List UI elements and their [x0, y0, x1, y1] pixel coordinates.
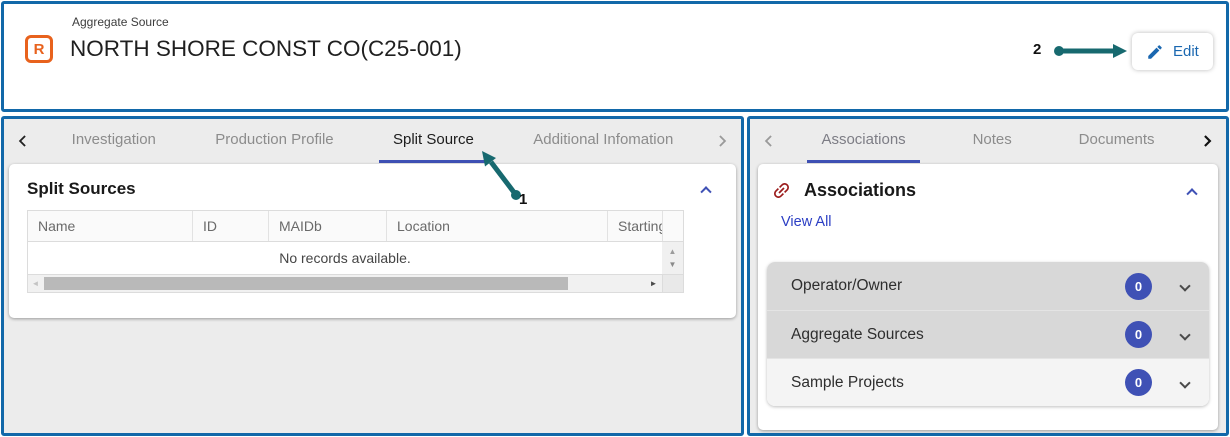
split-sources-header: Split Sources	[9, 164, 736, 210]
split-sources-title: Split Sources	[27, 179, 702, 199]
horizontal-scrollbar-track[interactable]	[43, 275, 645, 292]
collapse-chevron-up-icon[interactable]	[1186, 188, 1197, 199]
tabs-prev-button[interactable]	[4, 119, 42, 163]
chevron-right-icon	[712, 131, 732, 151]
accordion-label: Aggregate Sources	[791, 326, 1125, 344]
tabs-next-button[interactable]	[703, 119, 741, 163]
scroll-right-icon[interactable]: ►	[645, 279, 662, 288]
expand-chevron-down-icon[interactable]	[1179, 377, 1190, 388]
vertical-scrollbar[interactable]: ▲ ▼	[662, 242, 683, 274]
scroll-down-icon[interactable]: ▼	[669, 260, 677, 269]
count-badge: 0	[1125, 273, 1152, 300]
r-badge-letter: R	[34, 41, 45, 58]
associations-header: Associations	[758, 164, 1218, 205]
horizontal-scrollbar[interactable]: ◄ ►	[28, 275, 683, 292]
page: Aggregate Source R NORTH SHORE CONST CO(…	[0, 0, 1230, 437]
split-sources-table: Name ID MAIDb Location Starting No recor…	[27, 210, 684, 293]
tab-associations[interactable]: Associations	[807, 119, 919, 163]
split-sources-card: Split Sources Name ID MAIDb Location Sta…	[9, 164, 736, 318]
expand-chevron-down-icon[interactable]	[1179, 280, 1190, 291]
accordion-label: Sample Projects	[791, 374, 1125, 392]
tabs-prev-button-right[interactable]	[750, 119, 788, 163]
column-header-location[interactable]: Location	[387, 211, 608, 241]
pencil-icon	[1146, 43, 1164, 61]
associations-title: Associations	[804, 180, 1188, 201]
edit-button-label: Edit	[1173, 43, 1199, 60]
tabs-next-button-right[interactable]	[1188, 119, 1226, 163]
tab-split-source[interactable]: Split Source	[379, 119, 488, 163]
count-badge: 0	[1125, 369, 1152, 396]
accordion-row-sample-projects[interactable]: Sample Projects 0	[767, 358, 1209, 406]
tab-production-profile[interactable]: Production Profile	[201, 119, 347, 163]
left-tabs: Investigation Production Profile Split S…	[42, 119, 703, 163]
horizontal-scrollbar-thumb[interactable]	[44, 277, 568, 290]
right-tabs: Associations Notes Documents	[788, 119, 1188, 163]
table-body: No records available. ▲ ▼	[28, 242, 683, 275]
expand-chevron-down-icon[interactable]	[1179, 329, 1190, 340]
left-tabstrip: Investigation Production Profile Split S…	[4, 119, 741, 163]
chevron-left-icon	[759, 131, 779, 151]
page-title: NORTH SHORE CONST CO(C25-001)	[70, 32, 468, 65]
record-type-label: Aggregate Source	[72, 15, 169, 29]
scroll-left-icon[interactable]: ◄	[28, 279, 43, 288]
associations-accordion: Operator/Owner 0 Aggregate Sources 0 Sam…	[767, 262, 1209, 406]
scrollbar-corner	[662, 275, 683, 292]
right-tabstrip: Associations Notes Documents	[750, 119, 1226, 163]
link-icon	[771, 180, 792, 201]
detail-panel-right: Associations Notes Documents Association…	[747, 116, 1229, 436]
scroll-up-icon[interactable]: ▲	[669, 247, 677, 256]
detail-panel-left: Investigation Production Profile Split S…	[1, 116, 744, 436]
chevron-right-icon	[1197, 131, 1217, 151]
count-badge: 0	[1125, 321, 1152, 348]
accordion-row-aggregate-sources[interactable]: Aggregate Sources 0	[767, 310, 1209, 358]
edit-button[interactable]: Edit	[1132, 33, 1213, 70]
table-header-corner	[662, 211, 683, 241]
tab-investigation[interactable]: Investigation	[58, 119, 170, 163]
tab-documents[interactable]: Documents	[1065, 119, 1169, 163]
empty-records-message: No records available.	[28, 242, 662, 274]
view-all-link[interactable]: View All	[781, 214, 832, 230]
column-header-maidb[interactable]: MAIDb	[269, 211, 387, 241]
column-header-id[interactable]: ID	[193, 211, 269, 241]
r-badge-icon: R	[25, 35, 53, 63]
associations-card: Associations View All Operator/Owner 0 A…	[758, 164, 1218, 430]
tab-notes[interactable]: Notes	[959, 119, 1026, 163]
tab-additional-information[interactable]: Additional Infomation	[519, 119, 687, 163]
chevron-left-icon	[13, 131, 33, 151]
accordion-row-operator-owner[interactable]: Operator/Owner 0	[767, 262, 1209, 310]
collapse-chevron-up-icon[interactable]	[700, 186, 711, 197]
column-header-name[interactable]: Name	[28, 211, 193, 241]
header-card: Aggregate Source R NORTH SHORE CONST CO(…	[1, 1, 1229, 112]
table-header-row: Name ID MAIDb Location Starting	[28, 211, 683, 242]
column-header-starting[interactable]: Starting	[608, 211, 662, 241]
accordion-label: Operator/Owner	[791, 277, 1125, 295]
